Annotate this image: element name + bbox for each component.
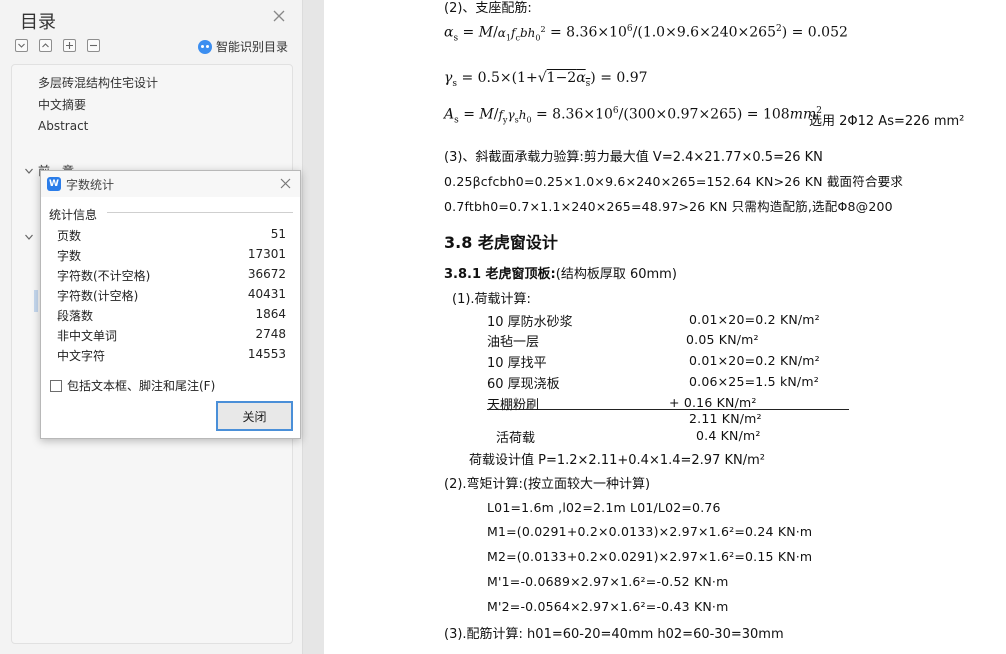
doc-line: 0.7ftbh0=0.7×1.1×240×265=48.97>26 KN 只需构… xyxy=(444,199,893,214)
ai-icon xyxy=(198,39,212,54)
stat-row: 页数 51 xyxy=(57,227,286,244)
add-icon[interactable] xyxy=(63,39,76,52)
close-icon[interactable] xyxy=(272,9,286,23)
load-value: 0.01×20=0.2 KN/m² xyxy=(689,312,820,327)
stat-row: 字符数(计空格) 40431 xyxy=(57,287,286,304)
section-heading: 3.8 老虎窗设计 xyxy=(444,233,558,252)
wps-logo-icon: W xyxy=(47,177,61,191)
subsection-number: 3.8.1 老虎窗顶板: xyxy=(444,267,556,282)
load-value: 0.4 KN/m² xyxy=(696,428,761,443)
chevron-down-icon[interactable] xyxy=(24,232,34,242)
stat-row: 段落数 1864 xyxy=(57,307,286,324)
stat-row: 字数 17301 xyxy=(57,247,286,264)
doc-line: (3).配筋计算: h01=60-20=40mm h02=60-30=30mm xyxy=(444,627,784,642)
stat-value: 2748 xyxy=(255,327,286,341)
word-count-dialog: W 字数统计 统计信息 页数 51 字数 17301 字符数(不计空格) 36672 … xyxy=(40,170,301,439)
doc-line: 0.25βcfcbh0=0.25×1.0×9.6×240×265=152.64 … xyxy=(444,174,904,189)
stat-value: 17301 xyxy=(247,247,286,261)
load-name: 10 厚找平 xyxy=(487,356,547,371)
checkbox-label: 包括文本框、脚注和尾注(F) xyxy=(67,379,216,393)
load-name: 活荷载 xyxy=(496,431,536,446)
collapse-all-icon[interactable] xyxy=(39,39,52,52)
doc-line: 荷载设计值 P=1.2×2.11+0.4×1.4=2.97 KN/m² xyxy=(469,453,765,468)
toc-item[interactable]: 中文摘要 xyxy=(38,96,86,113)
stat-label: 字数 xyxy=(57,249,82,263)
remove-icon[interactable] xyxy=(87,39,100,52)
load-value: 0.06×25=1.5 kN/m² xyxy=(689,374,819,389)
close-icon[interactable] xyxy=(279,177,292,190)
load-value: 0.01×20=0.2 KN/m² xyxy=(689,353,820,368)
stats-section-label: 统计信息 xyxy=(49,208,98,222)
stat-value: 36672 xyxy=(247,267,286,281)
divider xyxy=(107,212,293,213)
toc-item[interactable]: 多层砖混结构住宅设计 xyxy=(38,74,158,91)
doc-line: M'1=-0.0689×2.97×1.6²=-0.52 KN·m xyxy=(487,574,729,589)
rebar-selection: 选用 2Φ12 As=226 mm² xyxy=(809,114,965,129)
include-textbox-checkbox[interactable]: 包括文本框、脚注和尾注(F) xyxy=(50,377,215,394)
subsection-note: (结构板厚取 60mm) xyxy=(555,267,677,282)
stat-value: 40431 xyxy=(247,287,286,301)
stat-row: 非中文单词 2748 xyxy=(57,327,286,344)
toc-toolbar xyxy=(15,39,100,52)
checkbox-box[interactable] xyxy=(50,379,62,392)
load-name: 10 厚防水砂浆 xyxy=(487,315,573,330)
chevron-down-icon[interactable] xyxy=(24,166,34,176)
stat-row: 字符数(不计空格) 36672 xyxy=(57,267,286,284)
document-page[interactable]: (2)、支座配筋: αs = M/α1fcbh02 = 8.36×106/(1.… xyxy=(324,0,1006,654)
expand-all-icon[interactable] xyxy=(15,39,28,52)
smart-toc-button[interactable]: 智能识别目录 xyxy=(198,38,288,55)
stat-label: 字符数(计空格) xyxy=(57,289,139,303)
stat-value: 14553 xyxy=(247,347,286,361)
load-name: 天棚粉刷 xyxy=(487,398,540,413)
doc-line: (2).弯矩计算:(按立面较大一种计算) xyxy=(444,477,651,492)
doc-line: (1).荷载计算: xyxy=(452,292,531,307)
stat-label: 页数 xyxy=(57,229,82,243)
page-gutter xyxy=(304,0,324,654)
smart-toc-label: 智能识别目录 xyxy=(216,40,289,54)
formula-gamma-s: γs = 0.5×(1+√1−2αs) = 0.97 xyxy=(444,70,648,89)
stat-row: 中文字符 14553 xyxy=(57,347,286,364)
stat-label: 中文字符 xyxy=(57,349,106,363)
doc-line: M'2=-0.0564×2.97×1.6²=-0.43 KN·m xyxy=(487,599,729,614)
doc-line: (2)、支座配筋: xyxy=(444,1,532,16)
load-sum: 2.11 KN/m² xyxy=(689,411,762,426)
formula-alpha-s: αs = M/α1fcbh02 = 8.36×106/(1.0×9.6×240×… xyxy=(444,24,848,44)
dialog-title: 字数统计 xyxy=(66,178,115,192)
sum-rule xyxy=(487,409,849,410)
stat-value: 1864 xyxy=(255,307,286,321)
load-name: 60 厚现浇板 xyxy=(487,377,560,392)
sidebar-title: 目录 xyxy=(20,12,56,33)
stat-value: 51 xyxy=(270,227,286,241)
load-name: 油毡一层 xyxy=(487,335,540,350)
subsection-heading: 3.8.1 老虎窗顶板:(结构板厚取 60mm) xyxy=(444,263,677,282)
doc-line: (3)、斜截面承载力验算:剪力最大值 V=2.4×21.77×0.5=26 KN xyxy=(444,150,823,165)
doc-line: L01=1.6m ,l02=2.1m L01/L02=0.76 xyxy=(487,500,721,515)
stat-label: 非中文单词 xyxy=(57,329,118,343)
toc-active-marker xyxy=(34,290,38,312)
doc-line: M2=(0.0133+0.2×0.0291)×2.97×1.6²=0.15 KN… xyxy=(487,549,813,564)
formula-as: As = M/fyγsh0 = 8.36×106/(300×0.97×265) … xyxy=(444,106,823,126)
toc-item[interactable]: Abstract xyxy=(38,119,88,133)
doc-line: M1=(0.0291+0.2×0.0133)×2.97×1.6²=0.24 KN… xyxy=(487,524,813,539)
load-value: + 0.16 KN/m² xyxy=(669,395,757,410)
load-value: 0.05 KN/m² xyxy=(686,332,759,347)
stat-label: 字符数(不计空格) xyxy=(57,269,151,283)
stat-label: 段落数 xyxy=(57,309,94,323)
dialog-header[interactable]: W 字数统计 xyxy=(41,171,300,197)
close-button[interactable]: 关闭 xyxy=(216,401,293,431)
